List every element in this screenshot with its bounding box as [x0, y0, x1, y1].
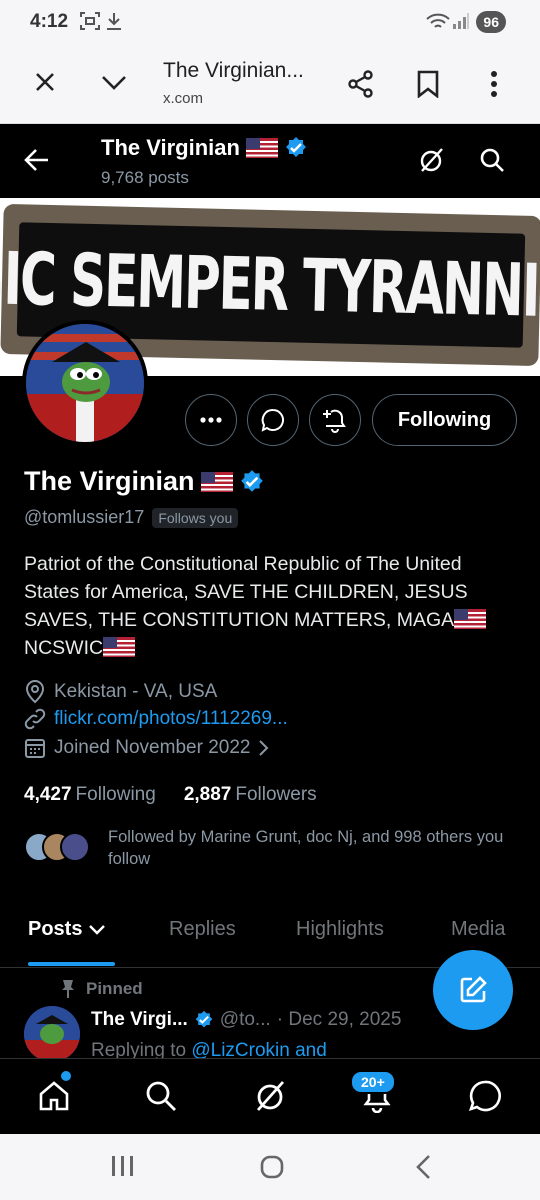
profile-website[interactable]: flickr.com/photos/1112269... [24, 708, 288, 730]
browser-page-title: The Virginian... [163, 59, 304, 82]
wifi-icon [425, 12, 451, 32]
more-horizontal-icon [200, 417, 222, 423]
following-count[interactable]: 4,427 Following [24, 784, 156, 806]
bell-plus-icon [322, 407, 348, 433]
notify-button[interactable] [309, 394, 361, 446]
profile-bio: Patriot of the Constitutional Republic o… [24, 550, 514, 662]
tab-highlights[interactable]: Highlights [296, 918, 384, 941]
browser-url: x.com [163, 90, 204, 107]
location-pin-icon [24, 680, 46, 704]
messages-icon[interactable] [468, 1079, 502, 1113]
profile-avatar[interactable] [22, 320, 148, 446]
chevron-right-icon [258, 739, 270, 757]
profile-handle: @tomlussier17 [24, 507, 145, 527]
battery-indicator: 96 [476, 11, 506, 33]
followers-count[interactable]: 2,887 Followers [184, 784, 317, 806]
chevron-down-icon [88, 924, 106, 936]
bookmark-icon[interactable] [417, 70, 439, 98]
tweet-avatar[interactable] [24, 1006, 80, 1062]
pin-icon [60, 979, 76, 999]
calendar-icon [24, 737, 46, 759]
tweet-date: · Dec 29, 2025 [276, 1009, 402, 1030]
signal-icon [452, 12, 470, 30]
screenshot-icon [80, 12, 100, 30]
profile-location: Kekistan - VA, USA [24, 680, 217, 704]
more-vertical-icon[interactable] [490, 70, 498, 98]
chat-bubble-icon [261, 408, 285, 432]
profile-name: The Virginian [24, 466, 265, 497]
compose-button[interactable] [433, 950, 513, 1030]
link-icon [24, 708, 46, 730]
grok-icon[interactable] [418, 147, 444, 173]
search-icon[interactable] [144, 1079, 178, 1113]
status-bar: 4:12 96 [0, 0, 540, 44]
more-options-button[interactable] [185, 394, 237, 446]
home-unread-dot [61, 1071, 71, 1081]
us-flag-icon [200, 471, 233, 492]
home-button-icon[interactable] [259, 1154, 285, 1180]
follower-avatar [60, 832, 90, 862]
header-post-count: 9,768 posts [101, 168, 189, 187]
message-button[interactable] [247, 394, 299, 446]
website-link[interactable]: flickr.com/photos/1112269... [54, 708, 288, 730]
us-flag-icon [454, 609, 487, 629]
follow-counts: 4,427 Following 2,887 Followers [24, 784, 317, 806]
us-flag-icon [245, 138, 278, 158]
browser-toolbar: The Virginian... x.com [0, 44, 540, 124]
share-icon[interactable] [347, 70, 375, 98]
follows-you-badge: Follows you [152, 507, 239, 528]
verified-badge-icon [284, 136, 308, 160]
home-icon[interactable] [37, 1079, 71, 1113]
tab-replies[interactable]: Replies [169, 918, 236, 941]
notification-badge: 20+ [350, 1070, 396, 1094]
search-icon[interactable] [479, 147, 505, 173]
close-icon[interactable] [33, 70, 57, 94]
us-flag-icon [103, 637, 136, 657]
profile-handle-row: @tomlussier17 Follows you [24, 507, 239, 528]
profile-header-bar: The Virginian 9,768 posts [0, 124, 540, 198]
back-nav-icon[interactable] [414, 1154, 432, 1180]
tab-media[interactable]: Media [451, 918, 505, 941]
recents-icon[interactable] [110, 1154, 136, 1178]
bottom-navigation [0, 1058, 540, 1134]
tweet-author[interactable]: The Virgi... [91, 1009, 188, 1031]
profile-joined[interactable]: Joined November 2022 [24, 737, 270, 759]
verified-badge-icon[interactable] [239, 469, 265, 495]
grok-icon[interactable] [253, 1079, 287, 1113]
header-name: The Virginian [101, 135, 308, 161]
status-time: 4:12 [30, 11, 69, 32]
tab-posts[interactable]: Posts [28, 918, 106, 941]
compose-icon [458, 975, 488, 1005]
followed-by-text[interactable]: Followed by Marine Grunt, doc Nj, and 99… [108, 826, 508, 870]
verified-badge-icon [194, 1010, 214, 1030]
download-icon [106, 12, 122, 30]
active-tab-indicator [28, 962, 115, 966]
following-button[interactable]: Following [372, 394, 517, 446]
tweet-handle: @to... [219, 1009, 271, 1030]
pinned-label: Pinned [60, 979, 143, 999]
tweet-header: The Virgi... @to... · Dec 29, 2025 [91, 1009, 401, 1031]
system-navigation [0, 1134, 540, 1200]
chevron-down-icon[interactable] [100, 74, 128, 92]
back-arrow-icon[interactable] [24, 147, 50, 173]
